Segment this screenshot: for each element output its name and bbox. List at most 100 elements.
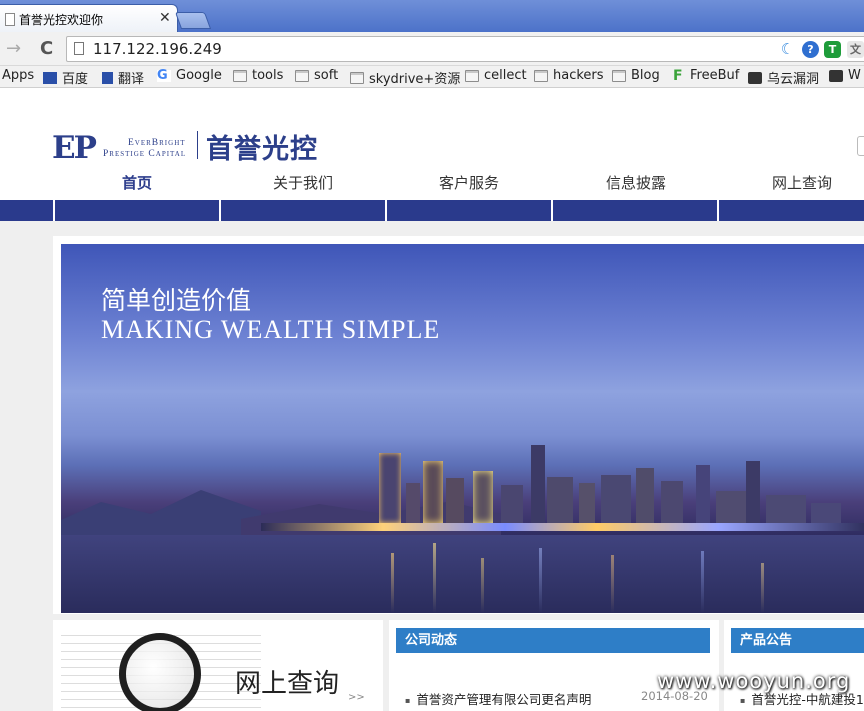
bookmark-label: 翻译: [118, 72, 145, 87]
building: [746, 461, 760, 523]
light-reflection: [481, 558, 484, 613]
logo-chinese-name[interactable]: 首誉光控: [206, 127, 318, 166]
building: [811, 503, 841, 523]
moon-extension-icon[interactable]: ☾: [779, 41, 796, 58]
ep-logo-mark[interactable]: EP: [52, 130, 97, 166]
online-query-title[interactable]: 网上查询: [235, 663, 339, 700]
nav-home[interactable]: 首页: [122, 172, 152, 193]
bookmark-label: tools: [252, 68, 284, 83]
bookmark-label: hackers: [553, 68, 604, 83]
nav-service[interactable]: 客户服务: [439, 172, 499, 193]
folder-icon: [295, 69, 309, 82]
bookmark-label: Apps: [2, 68, 35, 83]
logo-mark-text: EP: [52, 130, 97, 166]
bookmark-cellect[interactable]: cellect: [465, 68, 527, 83]
bookmark-label: 乌云漏洞: [767, 72, 820, 87]
company-news-panel: 公司动态 首誉资产管理有限公司更名声明 2014-08-20: [389, 620, 719, 711]
folder-icon: [233, 69, 247, 82]
news-item-link[interactable]: 首誉资产管理有限公司更名声明: [405, 689, 591, 708]
building: [406, 483, 420, 523]
new-tab-button[interactable]: [174, 12, 212, 29]
reload-icon[interactable]: C: [40, 38, 53, 59]
banner-slogan-chinese: 简单创造价值: [101, 286, 252, 315]
river-water: [61, 535, 864, 613]
shore-lights: [261, 523, 864, 531]
light-reflection: [701, 551, 704, 613]
bookmark-blog[interactable]: Blog: [612, 68, 660, 83]
bookmark-label: FreeBuf: [690, 68, 740, 83]
bookmark-label: soft: [314, 68, 339, 83]
bookmark-w[interactable]: W: [829, 68, 861, 83]
nav-separator: [717, 200, 719, 221]
nav-separator: [551, 200, 553, 221]
building: [547, 477, 573, 523]
close-tab-icon[interactable]: ✕: [159, 10, 171, 26]
bookmark-label: Blog: [631, 68, 660, 83]
freebuf-icon: F: [673, 67, 683, 84]
web-page: EP EverBright Prestige Capital 首誉光控 首页 关…: [0, 89, 864, 711]
bookmark-label: skydrive+资源: [369, 72, 461, 87]
banner-slogan-english: MAKING WEALTH SIMPLE: [101, 315, 441, 344]
address-bar[interactable]: 117.122.196.249 ☾ ? T 文: [66, 36, 864, 62]
nav-separator: [53, 200, 55, 221]
folder-icon: [612, 69, 626, 82]
bookmark-freebuf[interactable]: F FreeBuf: [673, 68, 739, 83]
bookmarks-bar: Apps 百度 翻译 G Google tools soft skydrive+资…: [0, 66, 864, 88]
product-notice-header[interactable]: 产品公告: [731, 628, 864, 653]
nav-separator: [219, 200, 221, 221]
building: [423, 461, 443, 523]
browser-toolbar: → C 117.122.196.249 ☾ ? T 文: [0, 32, 864, 66]
search-input[interactable]: [857, 136, 864, 156]
logo-english-line1: EverBright: [128, 138, 186, 148]
bookmark-label: Google: [176, 68, 222, 83]
nav-disclosure[interactable]: 信息披露: [606, 172, 666, 193]
building: [766, 495, 806, 523]
nav-online-query[interactable]: 网上查询: [772, 172, 832, 193]
google-icon: G: [157, 69, 171, 82]
bookmark-label: 百度: [62, 72, 89, 87]
baidu-paw-icon: [43, 71, 57, 84]
translate-extension-icon[interactable]: 文: [847, 41, 864, 58]
magnifier-icon: [119, 633, 201, 711]
folder-icon: [465, 69, 479, 82]
folder-icon: [350, 71, 364, 84]
shield-extension-icon[interactable]: T: [824, 41, 841, 58]
light-reflection: [433, 543, 436, 613]
building: [661, 481, 683, 523]
light-reflection: [611, 555, 614, 613]
browser-tab[interactable]: 首誉光控欢迎你 ✕: [0, 4, 178, 32]
bookmark-translate[interactable]: 翻译: [102, 68, 144, 87]
bookmark-google[interactable]: G Google: [157, 68, 222, 83]
bookmark-apps[interactable]: Apps: [2, 68, 34, 83]
bookmark-icon: [829, 69, 843, 82]
product-notice-panel: 产品公告 首誉光控-中航建投1号: [724, 620, 864, 711]
browser-tab-strip: 首誉光控欢迎你 ✕: [0, 0, 864, 32]
logo-english-line2: Prestige Capital: [103, 149, 187, 159]
more-link[interactable]: >>: [348, 692, 365, 703]
company-news-header[interactable]: 公司动态: [396, 628, 710, 653]
building: [473, 471, 493, 523]
address-text[interactable]: 117.122.196.249: [93, 40, 222, 58]
wooyun-icon: [748, 71, 762, 84]
folder-icon: [534, 69, 548, 82]
back-arrow-icon[interactable]: →: [6, 38, 21, 59]
bookmark-hackers[interactable]: hackers: [534, 68, 604, 83]
bookmark-wooyun[interactable]: 乌云漏洞: [748, 68, 819, 87]
hero-banner[interactable]: 简单创造价值 MAKING WEALTH SIMPLE: [61, 244, 864, 613]
wooyun-watermark: www.wooyun.org: [657, 669, 851, 693]
bookmark-tools[interactable]: tools: [233, 68, 283, 83]
bookmark-soft[interactable]: soft: [295, 68, 338, 83]
bookmark-skydrive[interactable]: skydrive+资源: [350, 68, 460, 87]
light-reflection: [391, 553, 394, 613]
building: [601, 475, 631, 523]
nav-about[interactable]: 关于我们: [273, 172, 333, 193]
page-icon: [5, 13, 15, 26]
logo-divider: [197, 131, 198, 159]
light-reflection: [539, 548, 542, 613]
bookmark-label: W: [848, 68, 861, 83]
online-query-box[interactable]: 网上查询 >>: [53, 620, 383, 711]
light-reflection: [761, 563, 764, 613]
magnifier-image: [61, 628, 261, 711]
help-extension-icon[interactable]: ?: [802, 41, 819, 58]
bookmark-baidu[interactable]: 百度: [43, 68, 88, 87]
